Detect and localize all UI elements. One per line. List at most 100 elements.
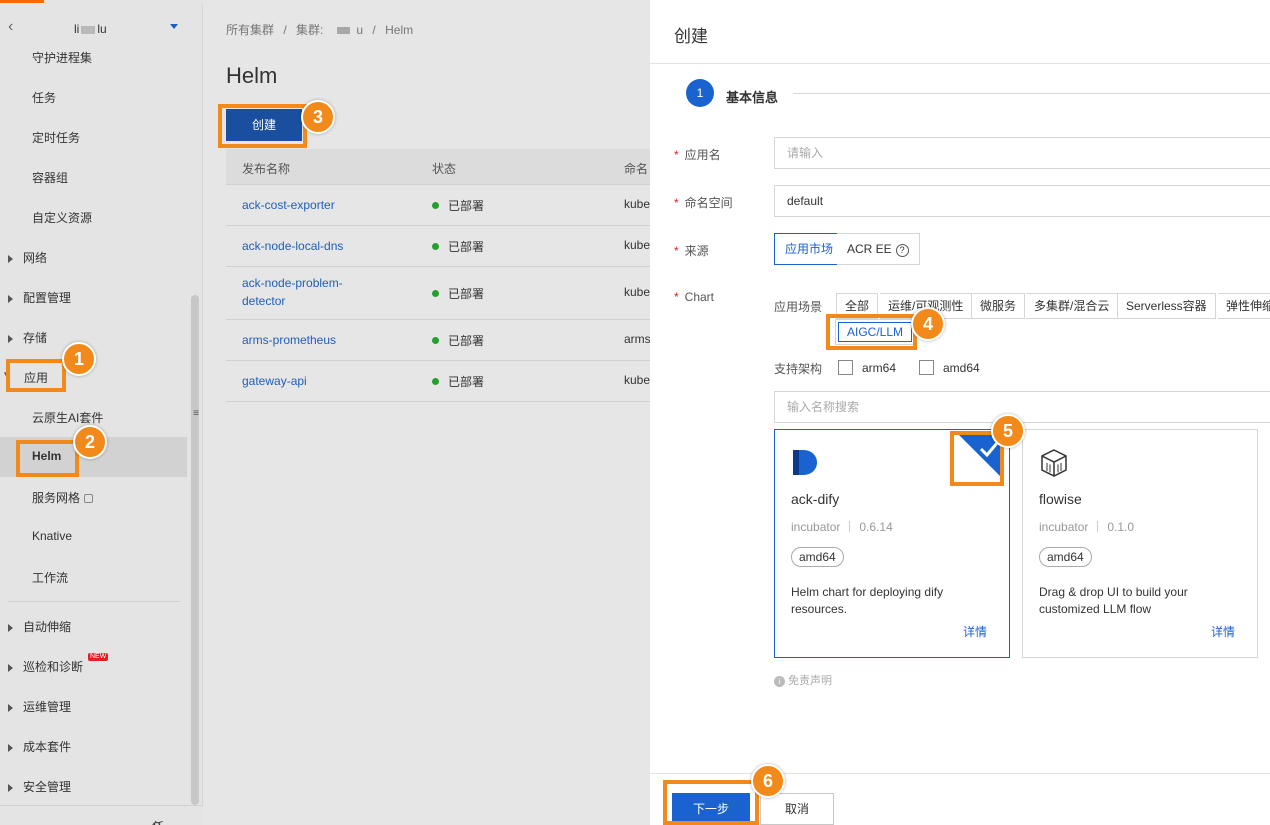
status-text: 已部署 <box>448 199 485 213</box>
card-version: 0.1.0 <box>1107 520 1135 534</box>
scene-tab-label: AIGC/LLM <box>838 322 913 342</box>
arch-option-label[interactable]: amd64 <box>943 361 980 375</box>
sidebar-item-cronjobs[interactable]: 定时任务 <box>32 129 80 146</box>
arch-option-label[interactable]: arm64 <box>862 361 896 375</box>
status-text: 已部署 <box>448 287 485 301</box>
chart-card-flowise[interactable]: flowise incubator 0.1.0 amd64 Drag & drop… <box>1022 429 1258 658</box>
source-option-marketplace[interactable]: 应用市场 <box>774 233 845 265</box>
source-option-label: ACR EE <box>847 242 892 256</box>
help-icon[interactable]: ? <box>895 244 909 257</box>
redacted-text <box>337 27 351 35</box>
chevron-left-icon[interactable]: ‹ <box>8 18 13 36</box>
sidebar-item-jobs[interactable]: 任务 <box>32 89 56 106</box>
step-divider <box>793 93 1270 94</box>
sidebar-group-cost[interactable]: 成本套件 <box>8 738 71 755</box>
status-cell: 已部署 <box>432 285 484 302</box>
sidebar-group-applications[interactable]: ▾ 应用 <box>4 369 48 386</box>
create-button[interactable]: 创建 <box>226 109 302 141</box>
disclaimer-link[interactable]: i 免责声明 <box>774 672 832 688</box>
app-name-input[interactable]: 请输入 <box>774 137 1270 169</box>
sidebar-group-label: 成本套件 <box>23 740 72 754</box>
namespace-cell: kube <box>624 238 651 252</box>
sidebar-task-bar[interactable]: ⍾ 任务 <box>0 805 203 825</box>
release-name-link[interactable]: ack-node-local-dns <box>242 237 343 255</box>
details-link[interactable]: 详情 <box>963 623 987 640</box>
collapse-sidebar-icon[interactable]: ≡ <box>190 408 202 430</box>
scene-tab-all[interactable]: 全部 <box>836 293 879 319</box>
breadcrumb-cluster[interactable]: 集群: <box>296 23 323 37</box>
flowise-cube-icon <box>1041 449 1067 477</box>
sidebar-group-label: 配置管理 <box>23 291 72 305</box>
sidebar-group-inspection[interactable]: 巡检和诊断 <box>8 658 83 675</box>
caret-right-icon <box>8 703 13 712</box>
column-header-status[interactable]: 状态 <box>432 160 456 177</box>
cluster-switcher[interactable]: ‹ li lu <box>0 12 190 46</box>
sidebar-item-knative[interactable]: Knative <box>32 529 72 543</box>
breadcrumb-cluster-suffix[interactable]: u <box>356 23 363 37</box>
breadcrumb-separator: / <box>283 23 287 37</box>
required-marker: * <box>674 148 679 162</box>
card-repo: incubator <box>791 520 841 534</box>
scene-tab-multicluster[interactable]: 多集群/混合云 <box>1026 293 1119 319</box>
sidebar-divider <box>8 601 180 602</box>
sidebar-item-workflow[interactable]: 工作流 <box>32 569 68 586</box>
drawer-footer: 下一步 取消 <box>650 773 1270 825</box>
card-version: 0.6.14 <box>859 520 893 534</box>
chart-search-input[interactable]: 输入名称搜索 <box>774 391 1270 423</box>
source-label: * 来源 <box>674 242 709 259</box>
sidebar-item-custom-resources[interactable]: 自定义资源 <box>32 209 92 226</box>
release-name-link[interactable]: arms-prometheus <box>242 331 336 349</box>
release-name-link[interactable]: ack-node-problem-detector <box>242 274 382 310</box>
next-step-button[interactable]: 下一步 <box>672 793 750 825</box>
details-link[interactable]: 详情 <box>1211 623 1235 640</box>
scene-tab-autoscaling[interactable]: 弹性伸缩 <box>1218 293 1270 319</box>
status-text: 已部署 <box>448 334 485 348</box>
sidebar-group-autoscaling[interactable]: 自动伸缩 <box>8 618 71 635</box>
sidebar-item-helm[interactable]: Helm <box>32 449 61 463</box>
sidebar-item-label: 服务网格 <box>32 491 81 505</box>
step-number: 1 <box>686 79 714 107</box>
scene-tab-serverless[interactable]: Serverless容器 <box>1118 293 1216 319</box>
sidebar-group-label: 巡检和诊断 <box>23 660 84 674</box>
namespace-input[interactable]: default <box>774 185 1270 217</box>
redacted-text <box>81 25 96 34</box>
caret-right-icon <box>8 783 13 792</box>
sidebar-group-security[interactable]: 安全管理 <box>8 778 71 795</box>
namespace-cell: kube <box>624 373 651 387</box>
namespace-cell: kube <box>624 285 651 299</box>
task-text: 任务 <box>152 818 164 825</box>
status-cell: 已部署 <box>432 373 484 390</box>
breadcrumb-all-clusters[interactable]: 所有集群 <box>226 23 274 37</box>
scene-tab-microservices[interactable]: 微服务 <box>972 293 1026 319</box>
sidebar-item-service-mesh[interactable]: 服务网格 <box>32 489 94 506</box>
release-name-link[interactable]: gateway-api <box>242 372 307 390</box>
sidebar-item-pods[interactable]: 容器组 <box>32 169 68 186</box>
sidebar-group-network[interactable]: 网络 <box>8 249 47 266</box>
sidebar-group-ops[interactable]: 运维管理 <box>8 698 71 715</box>
meta-divider <box>1097 521 1099 532</box>
chevron-down-icon[interactable] <box>170 24 178 29</box>
column-header-namespace[interactable]: 命名 <box>624 160 648 177</box>
status-dot-icon <box>432 243 439 250</box>
sidebar-group-label: 运维管理 <box>23 700 72 714</box>
sidebar-group-storage[interactable]: 存储 <box>8 329 47 346</box>
arch-checkbox-amd64[interactable] <box>919 360 934 375</box>
card-title: flowise <box>1039 491 1082 507</box>
chart-card-ack-dify[interactable]: ack-dify incubator 0.6.14 amd64 Helm char… <box>774 429 1010 658</box>
table-row: ack-node-problem-detector 已部署 kube <box>226 267 650 320</box>
arch-checkbox-arm64[interactable] <box>838 360 853 375</box>
cancel-button[interactable]: 取消 <box>760 793 834 825</box>
release-name-link[interactable]: ack-cost-exporter <box>242 196 335 214</box>
cluster-name[interactable]: li lu <box>74 22 107 36</box>
sidebar-scrollbar[interactable] <box>191 295 199 805</box>
sidebar-item-daemonset[interactable]: 守护进程集 <box>32 49 92 66</box>
scene-tab-aigc-llm[interactable]: AIGC/LLM <box>835 319 916 345</box>
field-label-text: 命名空间 <box>684 196 733 210</box>
new-badge: NEW <box>88 653 109 661</box>
sidebar-item-ai-suite[interactable]: 云原生AI套件 <box>32 409 103 426</box>
step-badge-4: 4 <box>911 307 945 341</box>
source-option-acr-ee[interactable]: ACR EE? <box>837 233 920 265</box>
sidebar-group-config[interactable]: 配置管理 <box>8 289 71 306</box>
column-header-name[interactable]: 发布名称 <box>242 160 290 177</box>
meta-divider <box>849 521 851 532</box>
